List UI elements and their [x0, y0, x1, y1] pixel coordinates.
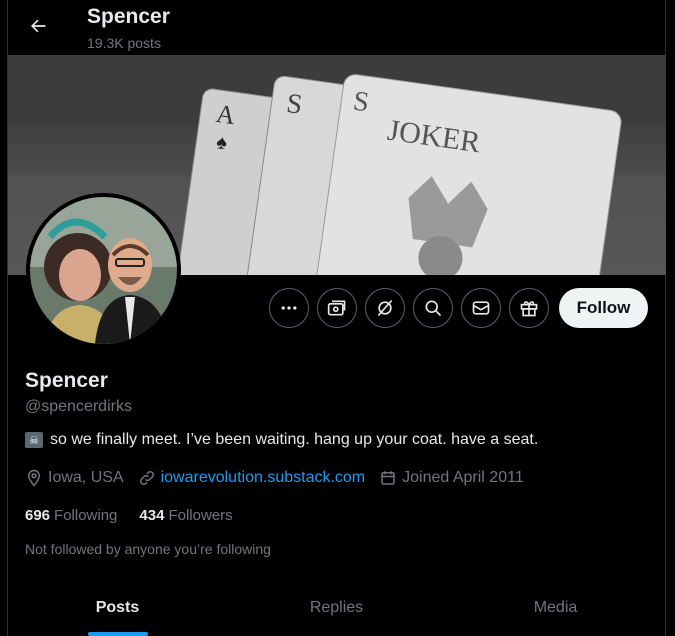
- followers-count: 434: [139, 507, 165, 524]
- follow-stats: 696 Following 434 Followers: [25, 507, 255, 524]
- calendar-icon: [381, 471, 395, 485]
- tab-label: Posts: [95, 599, 140, 616]
- website: iowarevolution.substack.com: [138, 469, 366, 487]
- follow-button[interactable]: Follow: [559, 288, 648, 328]
- search-icon: [425, 300, 442, 317]
- location-text: Iowa, USA: [48, 469, 124, 486]
- bio: ☠ so we finally meet. I’ve been waiting.…: [25, 431, 538, 449]
- tab-media[interactable]: Media: [446, 582, 665, 636]
- profile-actions: Follow: [8, 288, 665, 328]
- followed-by-note: Not followed by anyone you’re following: [25, 541, 271, 557]
- join-date-text: Joined April 2011: [402, 469, 524, 486]
- message-button[interactable]: [461, 288, 501, 328]
- skull-crossbones-icon: ☠: [25, 432, 43, 448]
- active-tab-indicator: [87, 632, 148, 636]
- subscribe-button[interactable]: [317, 288, 357, 328]
- more-button[interactable]: [269, 288, 309, 328]
- location: Iowa, USA: [25, 469, 124, 487]
- location-pin-icon: [27, 469, 41, 487]
- website-link[interactable]: iowarevolution.substack.com: [161, 469, 366, 487]
- back-arrow-icon: [31, 19, 46, 33]
- user-handle: @spencerdirks: [25, 398, 132, 415]
- search-button[interactable]: [413, 288, 453, 328]
- back-button[interactable]: [22, 10, 54, 42]
- join-date: Joined April 2011: [379, 469, 524, 487]
- profile-tabs: Posts Replies Media: [8, 582, 665, 636]
- gift-icon: [520, 301, 538, 317]
- grok-icon: [377, 299, 393, 317]
- tab-replies[interactable]: Replies: [227, 582, 446, 636]
- grok-button[interactable]: [365, 288, 405, 328]
- tab-posts[interactable]: Posts: [8, 582, 227, 636]
- message-icon: [472, 301, 490, 315]
- post-count: 19.3K posts: [87, 35, 161, 51]
- followers-label: Followers: [168, 507, 233, 524]
- following-count: 696: [25, 507, 51, 524]
- bio-text: so we finally meet. I’ve been waiting. h…: [50, 431, 539, 448]
- profile-meta: Iowa, USA iowarevolution.substack.com Jo…: [25, 469, 538, 487]
- top-bar: Spencer 19.3K posts: [8, 0, 665, 55]
- subscribe-icon: [327, 300, 346, 316]
- following-link[interactable]: 696 Following: [25, 507, 117, 524]
- tab-label: Replies: [309, 599, 364, 616]
- profile-column: Spencer 19.3K posts A ♠ S S JOKER Follow…: [7, 0, 666, 636]
- more-icon: [281, 306, 297, 310]
- gift-button[interactable]: [509, 288, 549, 328]
- display-name: Spencer: [25, 369, 108, 392]
- link-icon: [139, 470, 154, 486]
- tab-label: Media: [533, 599, 578, 616]
- followers-link[interactable]: 434 Followers: [139, 507, 232, 524]
- following-label: Following: [54, 507, 118, 524]
- page-title: Spencer: [87, 5, 170, 28]
